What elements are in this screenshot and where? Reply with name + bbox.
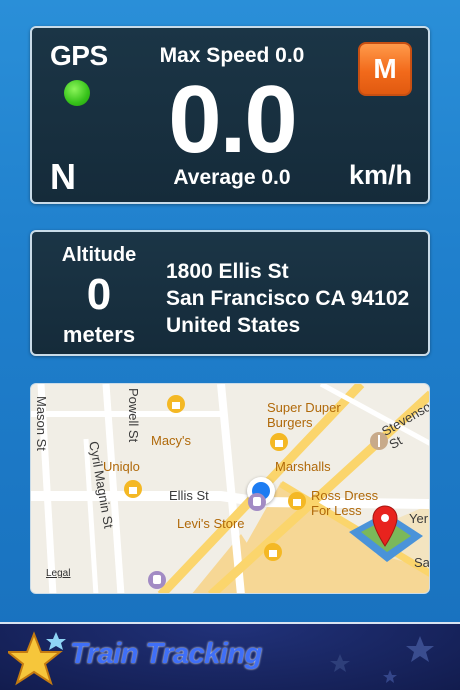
legal-link[interactable]: Legal — [46, 568, 70, 579]
address-line-1: 1800 Ellis St — [166, 260, 289, 283]
transit-icon — [148, 571, 166, 589]
transit-icon — [248, 493, 266, 511]
location-panel: Altitude 0 meters 1800 Ellis St San Fran… — [30, 230, 430, 356]
edge-label-top: Yer — [409, 511, 429, 526]
star-logo-icon — [8, 631, 66, 686]
shopping-bag-icon — [264, 543, 282, 561]
street-label-powell: Powell St — [126, 388, 141, 443]
speed-panel: GPS N Max Speed 0.0 0.0 Average 0.0 km/h… — [30, 26, 430, 204]
restaurant-icon — [370, 432, 388, 450]
shopping-bag-icon — [124, 480, 142, 498]
shopping-bag-icon — [167, 395, 185, 413]
banner-title: Train Tracking — [70, 638, 262, 670]
street-label-mason: Mason St — [34, 396, 49, 451]
map-pin-icon[interactable] — [370, 504, 400, 548]
street-label-ellis: Ellis St — [169, 488, 209, 503]
poi-macys[interactable]: Macy's — [151, 433, 191, 448]
address-line-2: San Francisco CA 94102 — [166, 287, 410, 310]
poi-uniqlo[interactable]: Uniqlo — [103, 459, 140, 474]
speed-unit[interactable]: km/h — [349, 160, 412, 191]
shopping-bag-icon — [270, 433, 288, 451]
poi-super-duper-burgers[interactable]: Super Duper Burgers — [267, 400, 367, 430]
shopping-bag-icon — [288, 492, 306, 510]
altitude-unit: meters — [62, 322, 136, 347]
mode-button[interactable]: M — [358, 42, 412, 96]
star-decoration-icon — [330, 636, 434, 683]
poi-levis-store[interactable]: Levi's Store — [177, 516, 245, 531]
edge-label-bottom: Sa — [414, 555, 430, 570]
address-line-3: United States — [166, 314, 301, 337]
map-view[interactable]: Mason St Powell St Cyril Magnin St Ellis… — [30, 383, 430, 594]
altitude-value: 0 — [86, 270, 112, 319]
address: 1800 Ellis St San Francisco CA 94102 Uni… — [166, 258, 409, 339]
ad-banner[interactable]: Train Tracking — [0, 622, 460, 690]
altitude-label: Altitude — [61, 244, 137, 266]
poi-marshalls[interactable]: Marshalls — [275, 459, 331, 474]
